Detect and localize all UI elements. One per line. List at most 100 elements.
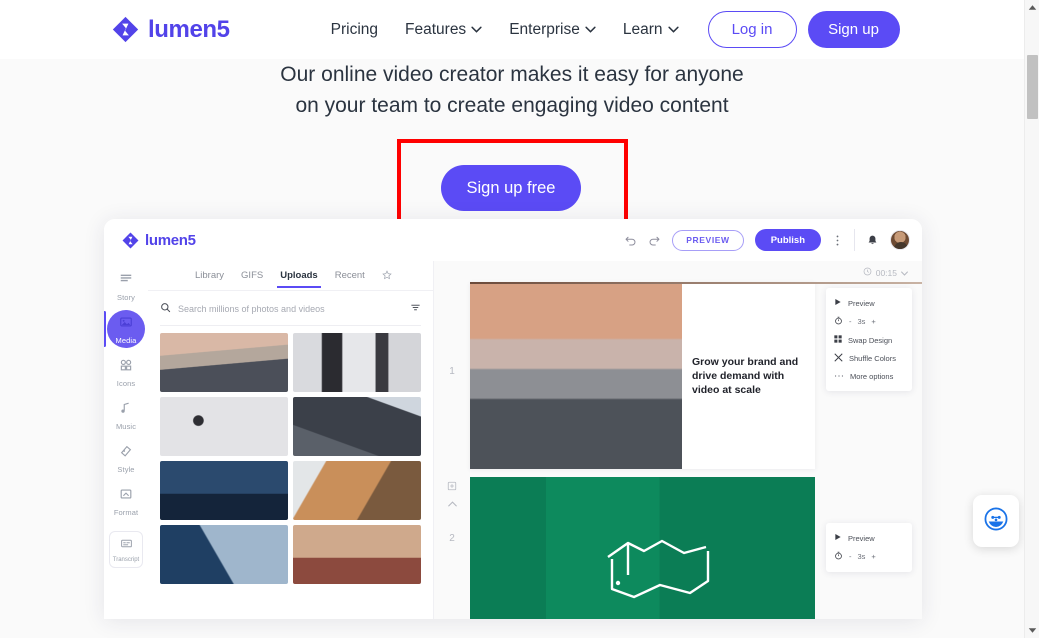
media-thumbnail[interactable] xyxy=(293,333,421,392)
app-sidebar-rail: Story Media Icons Music Style Format Tra… xyxy=(104,261,148,619)
shuffle-colors-option[interactable]: Shuffle Colors xyxy=(826,349,912,368)
media-library-tabs: Library GIFS Uploads Recent xyxy=(148,261,433,291)
sidebar-item-media[interactable]: Media xyxy=(104,308,148,351)
sidebar-item-story[interactable]: Story xyxy=(104,265,148,308)
login-button[interactable]: Log in xyxy=(707,11,797,48)
slide-text: Grow your brand and drive demand with vi… xyxy=(692,355,799,396)
nav-item-pricing[interactable]: Pricing xyxy=(331,21,378,39)
tab-library[interactable]: Library xyxy=(195,270,224,288)
scene-preview-option[interactable]: Preview xyxy=(826,529,912,547)
preview-button[interactable]: PREVIEW xyxy=(672,229,744,251)
media-thumbnail[interactable] xyxy=(293,461,421,520)
sidebar-item-label: Music xyxy=(115,422,137,431)
duration-plus-button[interactable]: + xyxy=(871,317,875,326)
duration-stepper[interactable]: - 3s + xyxy=(849,552,876,561)
scene-row: 2 Preview - 3s + xyxy=(434,477,922,619)
top-navbar: lumen5 Pricing Features Enterprise Learn xyxy=(0,0,1024,59)
media-thumbnail[interactable] xyxy=(160,525,288,584)
app-logo-diamond-icon xyxy=(122,232,139,249)
nav-item-learn[interactable]: Learn xyxy=(623,21,679,39)
more-vertical-icon[interactable] xyxy=(832,234,843,247)
nav-actions: Log in Sign up xyxy=(707,11,900,48)
play-icon xyxy=(834,533,842,543)
signup-free-button[interactable]: Sign up free xyxy=(441,165,581,211)
app-screenshot-mockup: lumen5 PREVIEW Publish Story Media Icons… xyxy=(104,219,922,619)
tab-recent[interactable]: Recent xyxy=(335,270,365,288)
signup-button[interactable]: Sign up xyxy=(807,11,900,48)
add-scene-icon[interactable] xyxy=(447,481,457,494)
nav-item-enterprise[interactable]: Enterprise xyxy=(509,21,596,39)
bell-icon[interactable] xyxy=(866,234,879,247)
undo-icon[interactable] xyxy=(624,234,637,247)
canvas-duration[interactable]: 00:15 xyxy=(434,261,922,278)
clock-icon xyxy=(863,267,872,278)
scene-body: Preview - 3s + xyxy=(470,477,922,619)
nav-item-features[interactable]: Features xyxy=(405,21,482,39)
sidebar-item-label: Style xyxy=(117,465,135,474)
duration-minus-button[interactable]: - xyxy=(849,552,852,561)
scene-gutter: 1 xyxy=(434,282,470,469)
scene-duration-control[interactable]: - 3s + xyxy=(826,547,912,566)
nav-links: Pricing Features Enterprise Learn xyxy=(331,21,679,39)
scene-slide[interactable]: Grow your brand and drive demand with vi… xyxy=(470,282,922,469)
duration-minus-button[interactable]: - xyxy=(849,317,852,326)
more-options-option[interactable]: More options xyxy=(826,368,912,385)
scene-duration-control[interactable]: - 3s + xyxy=(826,312,912,331)
redo-icon[interactable] xyxy=(648,234,661,247)
scroll-up-arrow[interactable] xyxy=(1025,0,1039,15)
sidebar-item-icons[interactable]: Icons xyxy=(104,351,148,394)
duration-plus-button[interactable]: + xyxy=(871,552,875,561)
duration-stepper[interactable]: - 3s + xyxy=(849,317,876,326)
media-thumbnail[interactable] xyxy=(160,333,288,392)
scene-number: 1 xyxy=(449,366,455,377)
play-icon xyxy=(834,298,842,308)
scroll-down-arrow[interactable] xyxy=(1025,623,1039,638)
format-icon xyxy=(119,487,133,506)
option-label: Preview xyxy=(848,298,875,308)
chevron-down-icon xyxy=(585,26,596,33)
sidebar-item-label: Media xyxy=(115,336,137,345)
avatar[interactable] xyxy=(890,230,910,250)
sidebar-item-transcript[interactable]: Transcript xyxy=(109,531,143,568)
sidebar-item-format[interactable]: Format xyxy=(104,480,148,523)
scene-preview-option[interactable]: Preview xyxy=(826,294,912,312)
media-thumbnail[interactable] xyxy=(160,397,288,456)
hero-subtitle: Our online video creator makes it easy f… xyxy=(0,59,1024,121)
star-icon[interactable] xyxy=(382,267,392,292)
media-thumbnail-grid xyxy=(148,326,433,584)
media-search-bar[interactable]: Search millions of photos and videos xyxy=(160,300,421,326)
logo-text: lumen5 xyxy=(148,15,230,43)
sidebar-item-label: Transcript xyxy=(112,557,140,563)
tab-gifs[interactable]: GIFS xyxy=(241,270,263,288)
media-thumbnail[interactable] xyxy=(293,397,421,456)
shuffle-icon xyxy=(834,353,843,364)
logo-diamond-icon xyxy=(112,16,139,43)
chat-badge-widget[interactable] xyxy=(973,495,1019,547)
transcript-icon xyxy=(120,537,133,555)
style-icon xyxy=(119,444,133,463)
lumen5-logo[interactable]: lumen5 xyxy=(112,16,230,44)
chevron-down-icon[interactable] xyxy=(901,268,908,278)
toolbar-divider xyxy=(854,229,855,251)
scrollbar-thumb[interactable] xyxy=(1027,55,1038,119)
sidebar-item-label: Story xyxy=(116,293,135,302)
search-input[interactable]: Search millions of photos and videos xyxy=(178,304,403,314)
scene-body: Grow your brand and drive demand with vi… xyxy=(470,282,922,469)
media-thumbnail[interactable] xyxy=(293,525,421,584)
music-note-icon xyxy=(119,401,133,420)
swap-design-option[interactable]: Swap Design xyxy=(826,331,912,349)
scene-options-panel: Preview - 3s + xyxy=(826,288,912,391)
filter-icon[interactable] xyxy=(410,300,421,318)
sidebar-item-style[interactable]: Style xyxy=(104,437,148,480)
duration-value: 00:15 xyxy=(875,267,897,278)
page-scrollbar[interactable] xyxy=(1024,0,1039,638)
nav-item-label: Learn xyxy=(622,20,663,38)
chat-badge-icon xyxy=(983,506,1009,537)
tab-uploads[interactable]: Uploads xyxy=(277,270,322,288)
scene-slide[interactable] xyxy=(470,477,815,619)
app-logo[interactable]: lumen5 xyxy=(122,232,196,249)
media-thumbnail[interactable] xyxy=(160,461,288,520)
collapse-scene-icon[interactable] xyxy=(447,499,457,510)
sidebar-item-music[interactable]: Music xyxy=(104,394,148,437)
publish-button[interactable]: Publish xyxy=(754,229,821,251)
